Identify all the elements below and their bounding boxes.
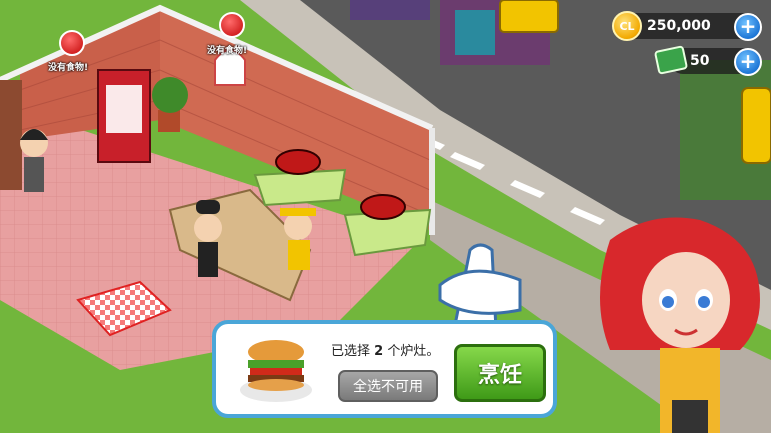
cash-amount: 50	[690, 53, 710, 69]
deselect-all-button[interactable]: 全选不可用	[338, 370, 438, 402]
no-food-alert-label: 没有食物!	[48, 63, 89, 73]
cook-button[interactable]: 烹饪	[454, 344, 546, 402]
burger-icon	[240, 340, 312, 402]
coin-amount: 250,000	[647, 18, 711, 34]
no-food-alert-icon	[59, 30, 85, 56]
no-food-alert-label: 没有食物!	[207, 46, 248, 56]
add-coins-button[interactable]: +	[734, 13, 762, 41]
selected-stoves-text: 已选择 2 个炉灶。	[331, 344, 440, 359]
coin-icon: CL	[612, 11, 642, 41]
cook-panel: 已选择 2 个炉灶。 全选不可用 烹饪	[212, 320, 557, 418]
game-scene[interactable]: 没有食物! 没有食物! 250,000 CL + 50 + 已选择 2 个炉灶。…	[0, 0, 771, 433]
selected-count: 2	[374, 344, 384, 359]
add-cash-button[interactable]: +	[734, 48, 762, 76]
no-food-alert-icon	[219, 12, 245, 38]
